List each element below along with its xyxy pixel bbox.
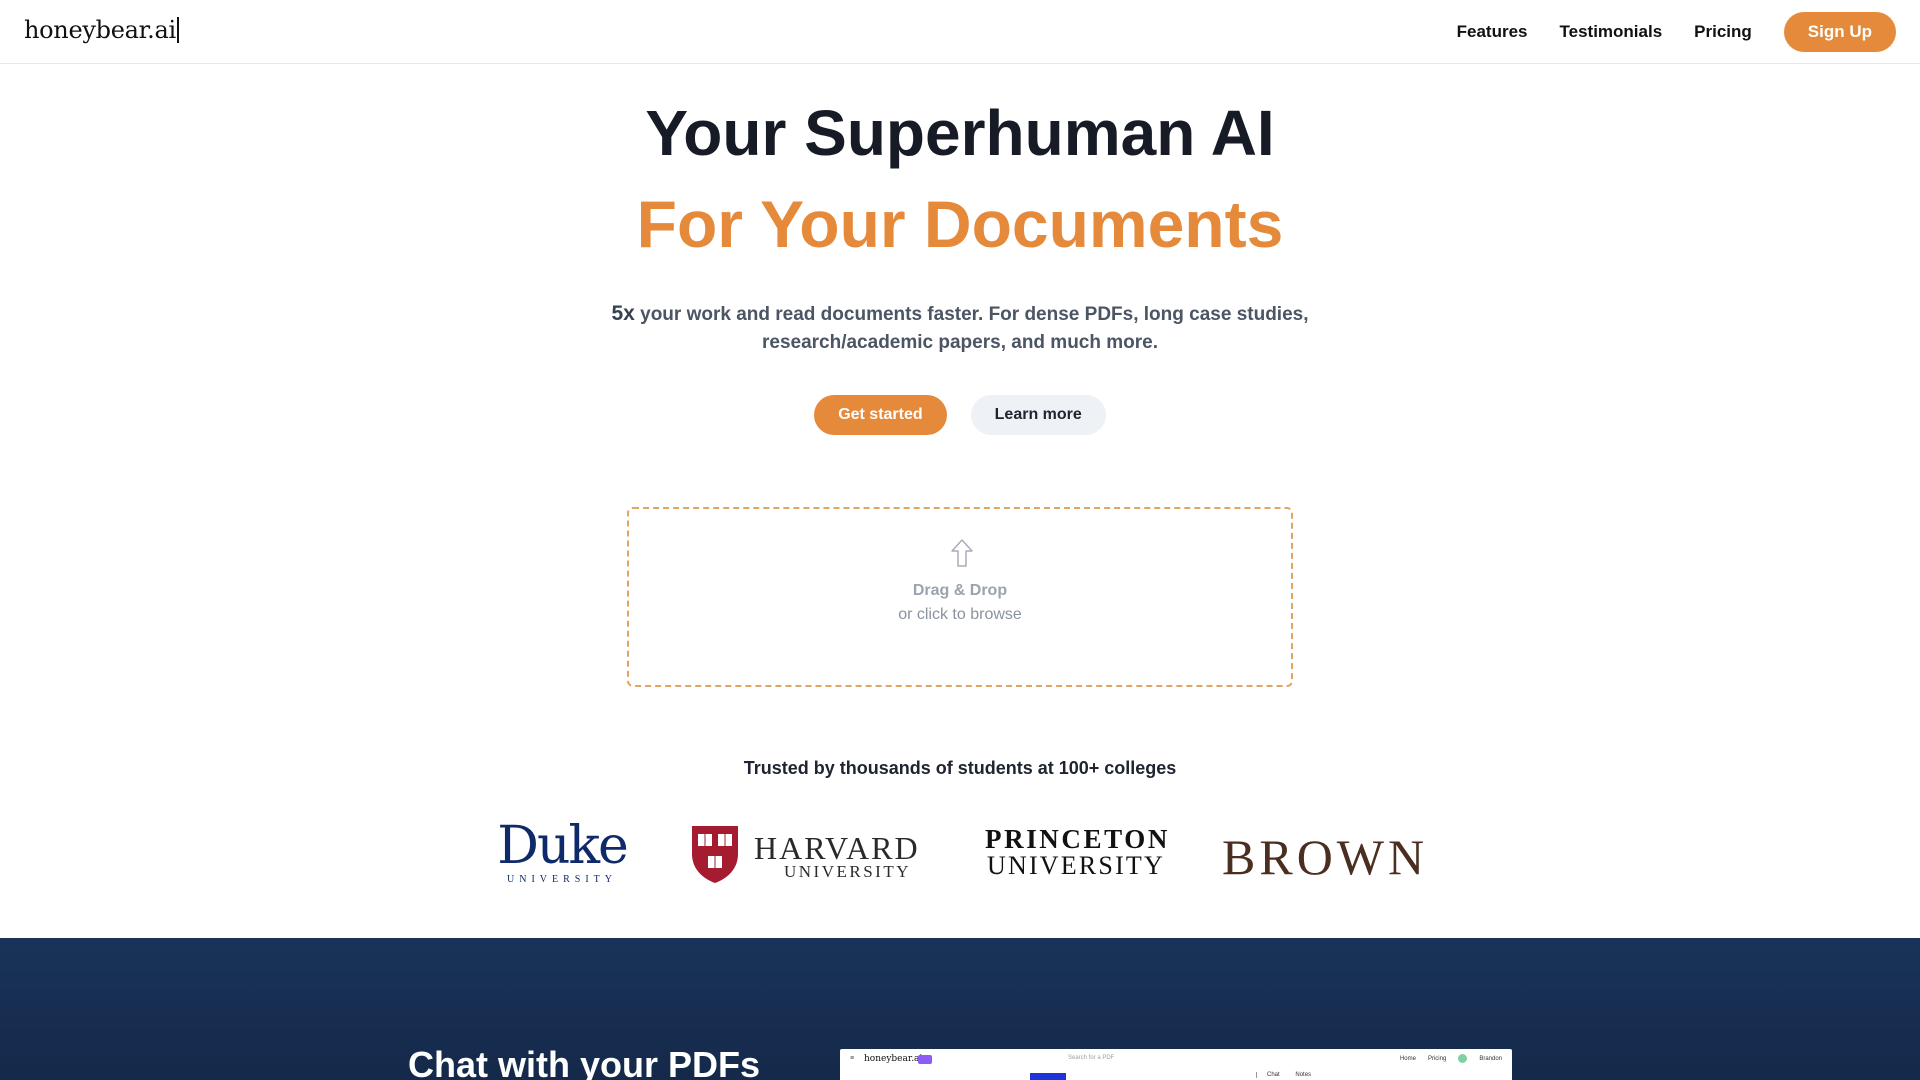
harvard-logo-sub: UNIVERSITY — [784, 862, 911, 881]
hero-title: Your Superhuman AI — [645, 97, 1275, 169]
preview-highlight — [1030, 1073, 1066, 1080]
preview-nav-pricing: Pricing — [1427, 1055, 1447, 1062]
learn-more-button[interactable]: Learn more — [970, 395, 1106, 435]
preview-logo: honeybear.ai — [864, 1054, 923, 1064]
hero-multiplier: 5x — [611, 302, 635, 325]
hero-title-accent: For Your Documents — [636, 187, 1284, 261]
preview-avatar — [1458, 1054, 1468, 1063]
site-logo[interactable]: honeybear.ai — [24, 16, 179, 44]
nav-pricing-link[interactable]: Pricing — [1694, 22, 1752, 42]
hero-subtitle-text: your work and read documents faster. For… — [634, 304, 1309, 353]
princeton-logo-name: PRINCETON — [985, 824, 1170, 854]
preview-search: Search for a PDF — [1068, 1055, 1115, 1061]
site-header: honeybear.ai Features Testimonials Prici… — [0, 0, 1920, 64]
duke-logo: Duke UNIVERSITY — [494, 820, 630, 885]
app-preview-screenshot: ≡ honeybear.ai Search for a PDF Home Pri… — [840, 1049, 1512, 1080]
cta-row: Get started Learn more — [0, 395, 1920, 435]
text-cursor — [176, 17, 179, 43]
feature-title: Chat with your PDFs — [408, 1044, 761, 1080]
trusted-by-text: Trusted by thousands of students at 100+… — [743, 758, 1177, 778]
preview-nav-home: Home — [1399, 1055, 1416, 1062]
preview-tab-notes: Notes — [1295, 1072, 1312, 1078]
preview-tabs: Chat Notes — [1256, 1072, 1325, 1078]
dropzone-subtitle: or click to browse — [898, 606, 1022, 623]
college-logos: Duke UNIVERSITY HARVARD UNIVERSITY PRINC… — [0, 820, 1920, 890]
nav-testimonials-link[interactable]: Testimonials — [1560, 22, 1663, 42]
princeton-logo: PRINCETON UNIVERSITY — [985, 826, 1167, 880]
harvard-logo: HARVARD UNIVERSITY — [690, 824, 930, 886]
duke-logo-name: Duke — [497, 816, 628, 876]
nav-features-link[interactable]: Features — [1457, 22, 1528, 42]
hero-subtitle: 5x your work and read documents faster. … — [560, 300, 1360, 357]
get-started-button[interactable]: Get started — [814, 395, 947, 435]
duke-logo-sub: UNIVERSITY — [507, 874, 617, 885]
preview-badge — [918, 1055, 932, 1064]
brown-logo: BROWN — [1222, 829, 1429, 885]
preview-menu-icon: ≡ — [850, 1055, 855, 1062]
dropzone-title: Drag & Drop — [912, 582, 1008, 599]
preview-tab-chat: Chat — [1267, 1072, 1280, 1078]
site-logo-text: honeybear.ai — [24, 16, 176, 44]
sign-up-button[interactable]: Sign Up — [1783, 12, 1896, 52]
feature-section: Chat with your PDFs ≡ honeybear.ai Searc… — [0, 938, 1920, 1080]
harvard-shield-icon — [692, 826, 738, 883]
princeton-logo-sub: UNIVERSITY — [987, 851, 1165, 880]
top-nav: Features Testimonials Pricing Sign Up — [1457, 12, 1896, 52]
preview-user: Brandon — [1479, 1055, 1502, 1062]
preview-nav: Home Pricing Brandon — [1388, 1054, 1502, 1063]
upload-arrow-icon — [951, 539, 973, 567]
file-dropzone[interactable]: Drag & Drop or click to browse — [627, 507, 1293, 687]
